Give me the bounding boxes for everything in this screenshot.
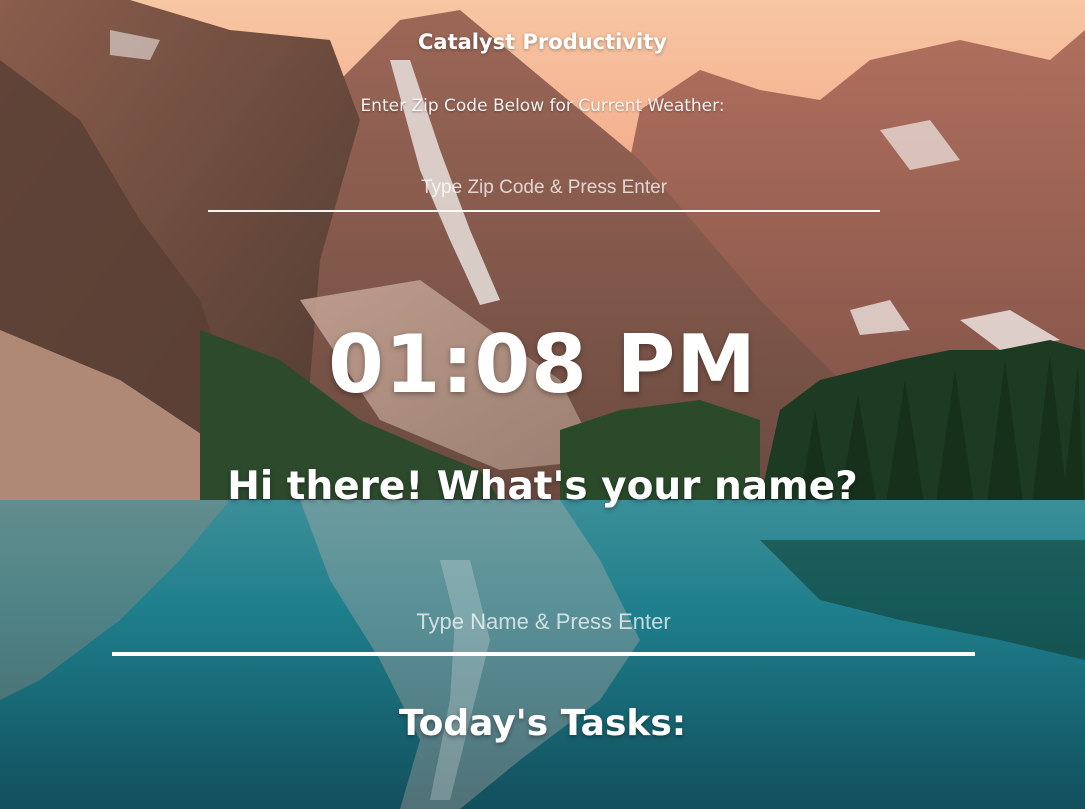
zip-code-input[interactable] bbox=[208, 166, 880, 212]
clock-time: 01:08 PM bbox=[328, 318, 757, 411]
tasks-heading: Today's Tasks: bbox=[398, 703, 687, 744]
weather-prompt: Enter Zip Code Below for Current Weather… bbox=[360, 96, 725, 116]
app-title: Catalyst Productivity bbox=[418, 30, 667, 54]
greeting-heading: Hi there! What's your name? bbox=[227, 464, 858, 509]
name-input[interactable] bbox=[112, 592, 975, 656]
main-content: Catalyst Productivity Enter Zip Code Bel… bbox=[0, 0, 1085, 809]
